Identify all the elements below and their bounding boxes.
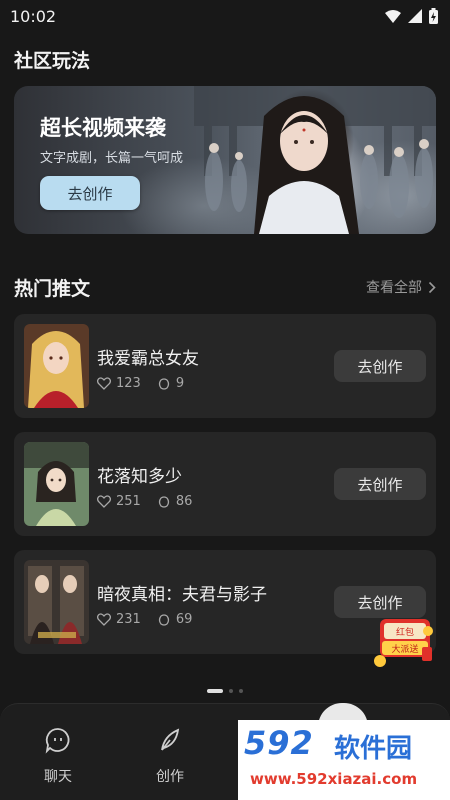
post-stats: 251 86 (97, 494, 208, 509)
remix-stat: 9 (157, 376, 184, 391)
svg-text:大派送: 大派送 (391, 643, 418, 655)
signal-icon (408, 9, 422, 23)
tab-chat[interactable]: 聊天 (18, 726, 98, 786)
likes-count: 251 (116, 494, 141, 509)
post-thumbnail (24, 442, 89, 526)
post-title: 我爱霸总女友 (97, 349, 199, 369)
remix-count: 86 (175, 494, 193, 509)
community-section-title: 社区玩法 (14, 50, 91, 72)
post-card[interactable]: 我爱霸总女友 123 9 去创作 (14, 314, 436, 418)
view-all-link[interactable]: 查看全部 (366, 277, 436, 297)
chevron-right-icon (428, 281, 436, 293)
wifi-icon (385, 9, 401, 23)
red-envelope-promo-icon[interactable]: 红包 大派送 (374, 617, 436, 673)
post-create-button[interactable]: 去创作 (334, 586, 426, 618)
post-card[interactable]: 暗夜真相：夫君与影子 231 69 去创作 (14, 550, 436, 654)
view-all-label: 查看全部 (366, 280, 422, 296)
post-card[interactable]: 花落知多少 251 86 去创作 (14, 432, 436, 536)
post-stats: 231 69 (97, 612, 208, 627)
post-title: 花落知多少 (97, 467, 182, 487)
likes-stat: 231 (97, 612, 141, 627)
remix-icon (158, 613, 169, 626)
status-icons (385, 8, 438, 24)
svg-text:红包: 红包 (396, 626, 414, 638)
heart-icon (97, 377, 111, 390)
community-banner[interactable]: 超长视频来袭 文字成剧，长篇一气呵成 去创作 (14, 86, 436, 234)
watermark-brand: 软件园 (334, 734, 413, 764)
page-indicator (0, 689, 450, 693)
remix-icon (158, 377, 169, 390)
remix-icon (158, 495, 169, 508)
status-bar: 10:02 (0, 0, 450, 32)
post-thumbnail (24, 560, 89, 644)
watermark: 592 软件园 www.592xiazai.com (238, 720, 450, 800)
heart-icon (97, 613, 111, 626)
post-stats: 123 9 (97, 376, 200, 391)
tab-create-label: 创作 (156, 769, 184, 785)
post-thumbnail (24, 324, 89, 408)
status-time: 10:02 (10, 6, 57, 26)
watermark-url: www.592xiazai.com (250, 770, 418, 788)
tab-chat-label: 聊天 (44, 769, 72, 785)
chat-bubble-icon (45, 728, 70, 754)
banner-title: 超长视频来袭 (40, 116, 166, 140)
page-dot-active (207, 689, 223, 693)
page-dot (229, 689, 233, 693)
likes-stat: 123 (97, 376, 141, 391)
post-create-button[interactable]: 去创作 (334, 350, 426, 382)
banner-create-button[interactable]: 去创作 (40, 176, 140, 210)
remix-stat: 69 (157, 612, 193, 627)
feather-icon (161, 728, 180, 751)
banner-subtitle: 文字成剧，长篇一气呵成 (40, 151, 184, 166)
likes-count: 231 (116, 612, 141, 627)
remix-stat: 86 (157, 494, 193, 509)
likes-stat: 251 (97, 494, 141, 509)
remix-count: 9 (175, 376, 185, 391)
post-create-button[interactable]: 去创作 (334, 468, 426, 500)
tab-create[interactable]: 创作 (130, 726, 210, 786)
likes-count: 123 (116, 376, 141, 391)
remix-count: 69 (175, 612, 193, 627)
page-dot (239, 689, 243, 693)
heart-icon (97, 495, 111, 508)
battery-icon (429, 8, 438, 24)
hot-posts-section-title: 热门推文 (14, 278, 91, 300)
watermark-logo: 592 (244, 724, 314, 762)
post-title: 暗夜真相：夫君与影子 (97, 585, 267, 605)
